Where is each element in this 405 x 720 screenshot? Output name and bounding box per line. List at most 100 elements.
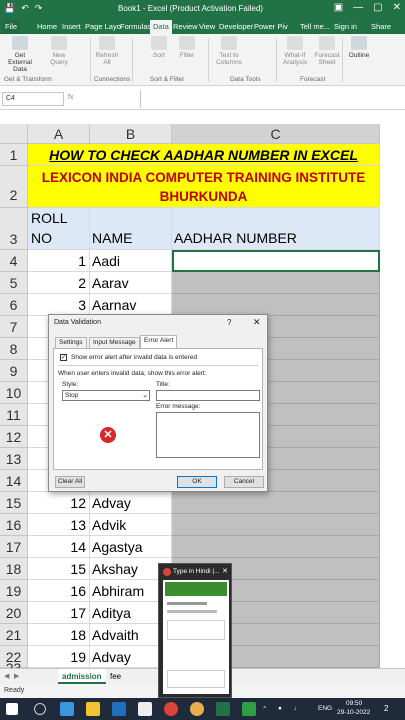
error-message-textarea[interactable]: [156, 412, 260, 458]
close-button[interactable]: ✕: [393, 2, 401, 13]
ribbon-display-icon[interactable]: ▣: [334, 2, 343, 13]
clear-all-button[interactable]: Clear All: [55, 476, 85, 488]
notification-count[interactable]: 2: [384, 704, 388, 713]
roll-no-cell[interactable]: 12: [28, 492, 90, 514]
dialog-close-button[interactable]: ✕: [253, 317, 261, 328]
minimize-button[interactable]: —: [353, 2, 363, 13]
column-header-b[interactable]: B: [90, 124, 172, 144]
sheet-nav-left-icon[interactable]: ◀: [4, 672, 9, 680]
save-icon[interactable]: 💾: [4, 3, 15, 14]
file-explorer-icon[interactable]: [86, 702, 100, 716]
aadhar-cell[interactable]: [172, 514, 380, 536]
roll-no-cell[interactable]: 13: [28, 514, 90, 536]
new-query-button[interactable]: New Query: [44, 36, 74, 74]
name-cell[interactable]: Aarnav: [90, 294, 172, 316]
row-header[interactable]: 10: [0, 382, 28, 404]
tab-dialog-settings[interactable]: Settings: [55, 337, 87, 348]
row-header[interactable]: 13: [0, 448, 28, 470]
sort-button[interactable]: Sort: [144, 36, 174, 74]
aadhar-cell[interactable]: [172, 294, 380, 316]
aadhar-cell[interactable]: [172, 272, 380, 294]
app-icon[interactable]: [242, 702, 256, 716]
name-cell[interactable]: Agastya: [90, 536, 172, 558]
roll-no-cell[interactable]: 18: [28, 624, 90, 646]
row-header[interactable]: 4: [0, 250, 28, 272]
sheet-tab-admission[interactable]: admission: [58, 669, 106, 684]
row-header[interactable]: 3: [0, 208, 28, 250]
row-header[interactable]: 14: [0, 470, 28, 492]
sign-in-link[interactable]: Sign in: [331, 20, 360, 34]
forecast-sheet-button[interactable]: Forecast Sheet: [312, 36, 342, 74]
row-header[interactable]: 19: [0, 580, 28, 602]
popup-close-icon[interactable]: ✕: [222, 567, 228, 575]
row-header[interactable]: 7: [0, 316, 28, 338]
roll-no-cell[interactable]: 16: [28, 580, 90, 602]
column-header-c[interactable]: C: [172, 124, 380, 144]
name-cell[interactable]: Aadi: [90, 250, 172, 272]
search-icon[interactable]: [34, 703, 46, 715]
aadhar-cell[interactable]: [172, 492, 380, 514]
edge-icon[interactable]: [60, 702, 74, 716]
redo-icon[interactable]: ↷: [35, 3, 43, 14]
clock-date[interactable]: 29-10-2022: [337, 709, 370, 716]
mail-icon[interactable]: [112, 702, 126, 716]
institute-name[interactable]: LEXICON INDIA COMPUTER TRAINING INSTITUT…: [28, 166, 380, 208]
tab-file[interactable]: File: [2, 20, 21, 34]
text-to-columns-button[interactable]: Text to Columns: [214, 36, 244, 74]
window-preview-popup[interactable]: Type in Hindi |... ✕: [158, 563, 232, 698]
tab-insert[interactable]: Insert: [59, 20, 84, 34]
row-header[interactable]: 18: [0, 558, 28, 580]
row-header[interactable]: 5: [0, 272, 28, 294]
filter-button[interactable]: Filter: [172, 36, 202, 74]
row-header[interactable]: 8: [0, 338, 28, 360]
roll-no-cell[interactable]: 15: [28, 558, 90, 580]
help-button[interactable]: ?: [227, 318, 231, 327]
language-indicator[interactable]: ENG: [318, 705, 332, 712]
roll-no-cell[interactable]: 17: [28, 602, 90, 624]
roll-no-cell[interactable]: 1: [28, 250, 90, 272]
tab-home[interactable]: Home: [34, 20, 60, 34]
row-header[interactable]: 11: [0, 404, 28, 426]
roll-no-cell[interactable]: 3: [28, 294, 90, 316]
row-header[interactable]: 6: [0, 294, 28, 316]
tray-chevron-icon[interactable]: ⌃: [262, 705, 267, 713]
name-box[interactable]: C4: [2, 92, 64, 106]
store-icon[interactable]: [138, 702, 152, 716]
show-error-checkbox[interactable]: ✓: [60, 354, 67, 361]
roll-no-cell[interactable]: 14: [28, 536, 90, 558]
name-cell[interactable]: Advik: [90, 514, 172, 536]
title-input[interactable]: [156, 390, 260, 401]
aadhar-cell[interactable]: [172, 536, 380, 558]
select-all-corner[interactable]: [0, 124, 28, 144]
row-header[interactable]: 17: [0, 536, 28, 558]
cancel-button[interactable]: Cancel: [224, 476, 264, 488]
get-external-data-button[interactable]: Get External Data: [2, 36, 38, 74]
row-header[interactable]: 15: [0, 492, 28, 514]
tray-volume-icon[interactable]: ♩: [294, 705, 301, 712]
selected-cell-c4[interactable]: [172, 250, 380, 272]
row-header[interactable]: 9: [0, 360, 28, 382]
header-roll-no[interactable]: ROLL NO: [28, 208, 90, 250]
row-header[interactable]: 21: [0, 624, 28, 646]
row-header[interactable]: 16: [0, 514, 28, 536]
sheet-tab-fee[interactable]: fee: [106, 669, 125, 684]
row-header[interactable]: 20: [0, 602, 28, 624]
what-if-analysis-button[interactable]: What-If Analysis: [280, 36, 310, 74]
tab-tell-me[interactable]: Tell me...: [297, 20, 333, 34]
formula-input[interactable]: [140, 90, 402, 108]
tab-view[interactable]: View: [196, 20, 218, 34]
tab-power-pivot[interactable]: Power Piv: [251, 20, 291, 34]
excel-icon[interactable]: [216, 702, 230, 716]
sheet-title[interactable]: HOW TO CHECK AADHAR NUMBER IN EXCEL: [28, 144, 380, 166]
tab-data[interactable]: Data: [150, 20, 172, 34]
name-cell[interactable]: Aarav: [90, 272, 172, 294]
column-header-a[interactable]: A: [28, 124, 90, 144]
header-name[interactable]: NAME: [90, 208, 172, 250]
name-cell[interactable]: Advay: [90, 492, 172, 514]
tray-network-icon[interactable]: ●: [278, 705, 282, 712]
row-header[interactable]: 2: [0, 166, 28, 208]
ok-button[interactable]: OK: [177, 476, 217, 488]
tab-formulas[interactable]: Formulas: [117, 20, 154, 34]
outline-button[interactable]: Outline: [344, 36, 374, 74]
header-aadhar-number[interactable]: AADHAR NUMBER: [172, 208, 380, 250]
